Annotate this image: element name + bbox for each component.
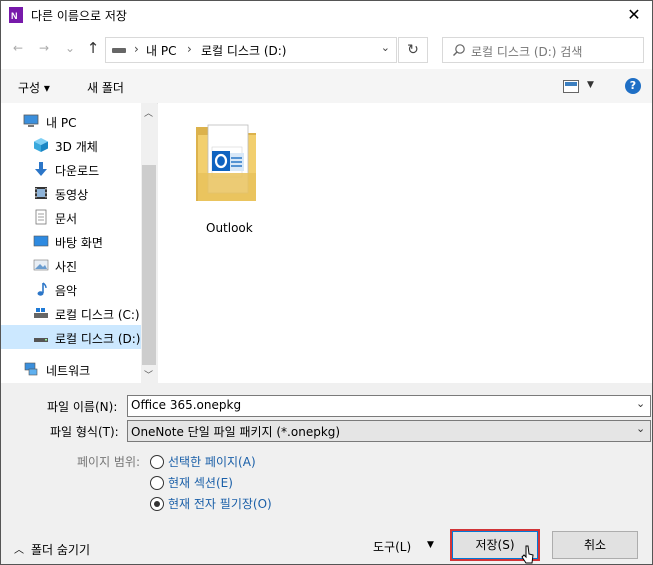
command-bar: 구성 ▾ 새 폴더 ▼ ? <box>1 69 652 104</box>
search-icon <box>453 44 465 56</box>
forward-button[interactable]: → <box>35 38 53 58</box>
picture-icon <box>33 259 49 271</box>
sidebar-item-label: 네트워크 <box>46 364 91 378</box>
range-selected-pages-label[interactable]: 선택한 페이지(A) <box>168 453 256 470</box>
desktop-icon <box>33 235 49 247</box>
sidebar-item-label: 다운로드 <box>55 164 100 178</box>
address-separator-icon: › <box>134 42 139 56</box>
refresh-button[interactable]: ↻ <box>398 37 428 63</box>
video-icon <box>35 187 47 199</box>
sidebar-item-label: 로컬 디스크 (C:) <box>55 308 140 322</box>
pc-icon <box>23 114 39 127</box>
address-bar[interactable]: › 내 PC › 로컬 디스크 (D:) ⌄ <box>105 37 397 63</box>
sidebar-item-label: 내 PC <box>46 116 77 130</box>
filename-value: Office 365.onepkg <box>131 398 242 412</box>
file-name-label: Outlook <box>206 221 253 235</box>
drive-icon <box>34 308 48 318</box>
save-options: 파일 이름(N): Office 365.onepkg ⌄ 파일 형식(T): … <box>1 383 652 564</box>
scrollbar-thumb[interactable] <box>142 165 156 365</box>
mouse-cursor-icon <box>521 545 534 564</box>
sidebar-item-label: 로컬 디스크 (D:) <box>55 332 141 346</box>
organize-menu[interactable]: 구성 ▾ <box>18 79 50 96</box>
breadcrumb-drive-d[interactable]: 로컬 디스크 (D:) <box>201 42 286 59</box>
network-icon <box>24 362 38 376</box>
scroll-up-icon[interactable]: ︿ <box>144 106 153 119</box>
save-as-dialog: N 다른 이름으로 저장 ✕ ← → ⌄ ↑ › 내 PC › 로컬 디스크 (… <box>0 0 653 565</box>
hide-folders-button[interactable]: 폴더 숨기기 <box>31 541 90 558</box>
sidebar-item-this-pc[interactable]: 내 PC <box>1 109 141 133</box>
sidebar-item-label: 바탕 화면 <box>55 236 103 250</box>
sidebar-item-drive-c[interactable]: 로컬 디스크 (C:) <box>1 301 141 325</box>
filetype-value: OneNote 단일 파일 패키지 (*.onepkg) <box>131 425 341 439</box>
filetype-select[interactable]: OneNote 단일 파일 패키지 (*.onepkg) ⌄ <box>127 420 651 442</box>
range-current-notebook-label[interactable]: 현재 전자 필기장(O) <box>168 495 272 512</box>
chevron-down-icon[interactable]: ⌄ <box>636 397 645 410</box>
document-icon <box>35 209 47 225</box>
sidebar-item-label: 문서 <box>55 212 78 226</box>
range-selected-pages-radio[interactable] <box>150 455 164 469</box>
svg-text:N: N <box>11 11 18 21</box>
filename-field[interactable]: Office 365.onepkg ⌄ <box>127 395 651 417</box>
sidebar-item-label: 3D 개체 <box>55 140 98 154</box>
sidebar-item-music[interactable]: 음악 <box>1 277 141 301</box>
file-list: Outlook <box>158 103 652 383</box>
address-separator-icon: › <box>187 42 192 56</box>
back-button[interactable]: ← <box>9 38 27 58</box>
sidebar-item-drive-d[interactable]: 로컬 디스크 (D:) <box>1 325 141 349</box>
drive-icon <box>34 338 48 342</box>
sidebar-item-pictures[interactable]: 사진 <box>1 253 141 277</box>
sidebar-item-documents[interactable]: 문서 <box>1 205 141 229</box>
sidebar-item-network[interactable]: 네트워크 <box>1 357 141 381</box>
search-placeholder: 로컬 디스크 (D:) 검색 <box>471 45 583 59</box>
tools-dropdown-icon[interactable]: ▼ <box>427 540 434 550</box>
sidebar-item-label: 동영상 <box>55 188 89 202</box>
filename-label: 파일 이름(N): <box>47 400 118 414</box>
sidebar-item-desktop[interactable]: 바탕 화면 <box>1 229 141 253</box>
download-icon <box>35 162 47 176</box>
scroll-down-icon[interactable]: ﹀ <box>144 368 153 381</box>
sidebar-item-downloads[interactable]: 다운로드 <box>1 157 141 181</box>
sidebar-item-3d-objects[interactable]: 3D 개체 <box>1 133 141 157</box>
tools-menu[interactable]: 도구(L) <box>373 538 411 555</box>
sidebar-scrollbar[interactable]: ︿ ﹀ <box>141 103 157 383</box>
breadcrumb-pc[interactable]: 내 PC <box>146 42 176 59</box>
recent-locations-button[interactable]: ⌄ <box>61 38 79 58</box>
onenote-folder-icon <box>196 124 256 201</box>
chevron-down-icon[interactable]: ⌄ <box>381 41 390 54</box>
sidebar-item-videos[interactable]: 동영상 <box>1 181 141 205</box>
help-icon[interactable]: ? <box>625 78 641 94</box>
sidebar-item-label: 음악 <box>55 284 78 298</box>
view-dropdown-icon[interactable]: ▼ <box>587 80 594 90</box>
onenote-app-icon: N <box>9 7 23 23</box>
music-icon <box>37 282 47 296</box>
file-item-outlook[interactable]: Outlook <box>190 117 270 237</box>
range-current-notebook-radio[interactable] <box>150 497 164 511</box>
up-button[interactable]: ↑ <box>84 38 102 58</box>
sidebar-item-label: 사진 <box>55 260 78 274</box>
3d-objects-icon <box>34 138 48 152</box>
chevron-down-icon[interactable]: ⌄ <box>636 422 645 435</box>
navigation-bar: ← → ⌄ ↑ › 내 PC › 로컬 디스크 (D:) ⌄ ↻ 로컬 디스크 … <box>1 29 652 69</box>
search-box[interactable]: 로컬 디스크 (D:) 검색 <box>442 37 644 63</box>
close-button[interactable]: ✕ <box>622 4 646 26</box>
range-current-section-radio[interactable] <box>150 476 164 490</box>
page-range-label: 페이지 범위: <box>77 455 141 469</box>
filetype-label: 파일 형식(T): <box>50 425 119 439</box>
cancel-button[interactable]: 취소 <box>552 531 638 559</box>
window-title: 다른 이름으로 저장 <box>31 9 127 23</box>
chevron-up-icon[interactable]: ︿ <box>14 541 24 556</box>
range-current-section-label[interactable]: 현재 섹션(E) <box>168 474 233 491</box>
title-bar: N 다른 이름으로 저장 ✕ <box>1 1 652 29</box>
new-folder-button[interactable]: 새 폴더 <box>87 79 124 96</box>
view-options-icon[interactable] <box>563 80 579 93</box>
drive-icon <box>112 48 126 53</box>
navigation-pane: 내 PC 3D 개체 다운로드 동영상 문서 바탕 화면 사진 음악 로컬 디스… <box>1 103 157 383</box>
